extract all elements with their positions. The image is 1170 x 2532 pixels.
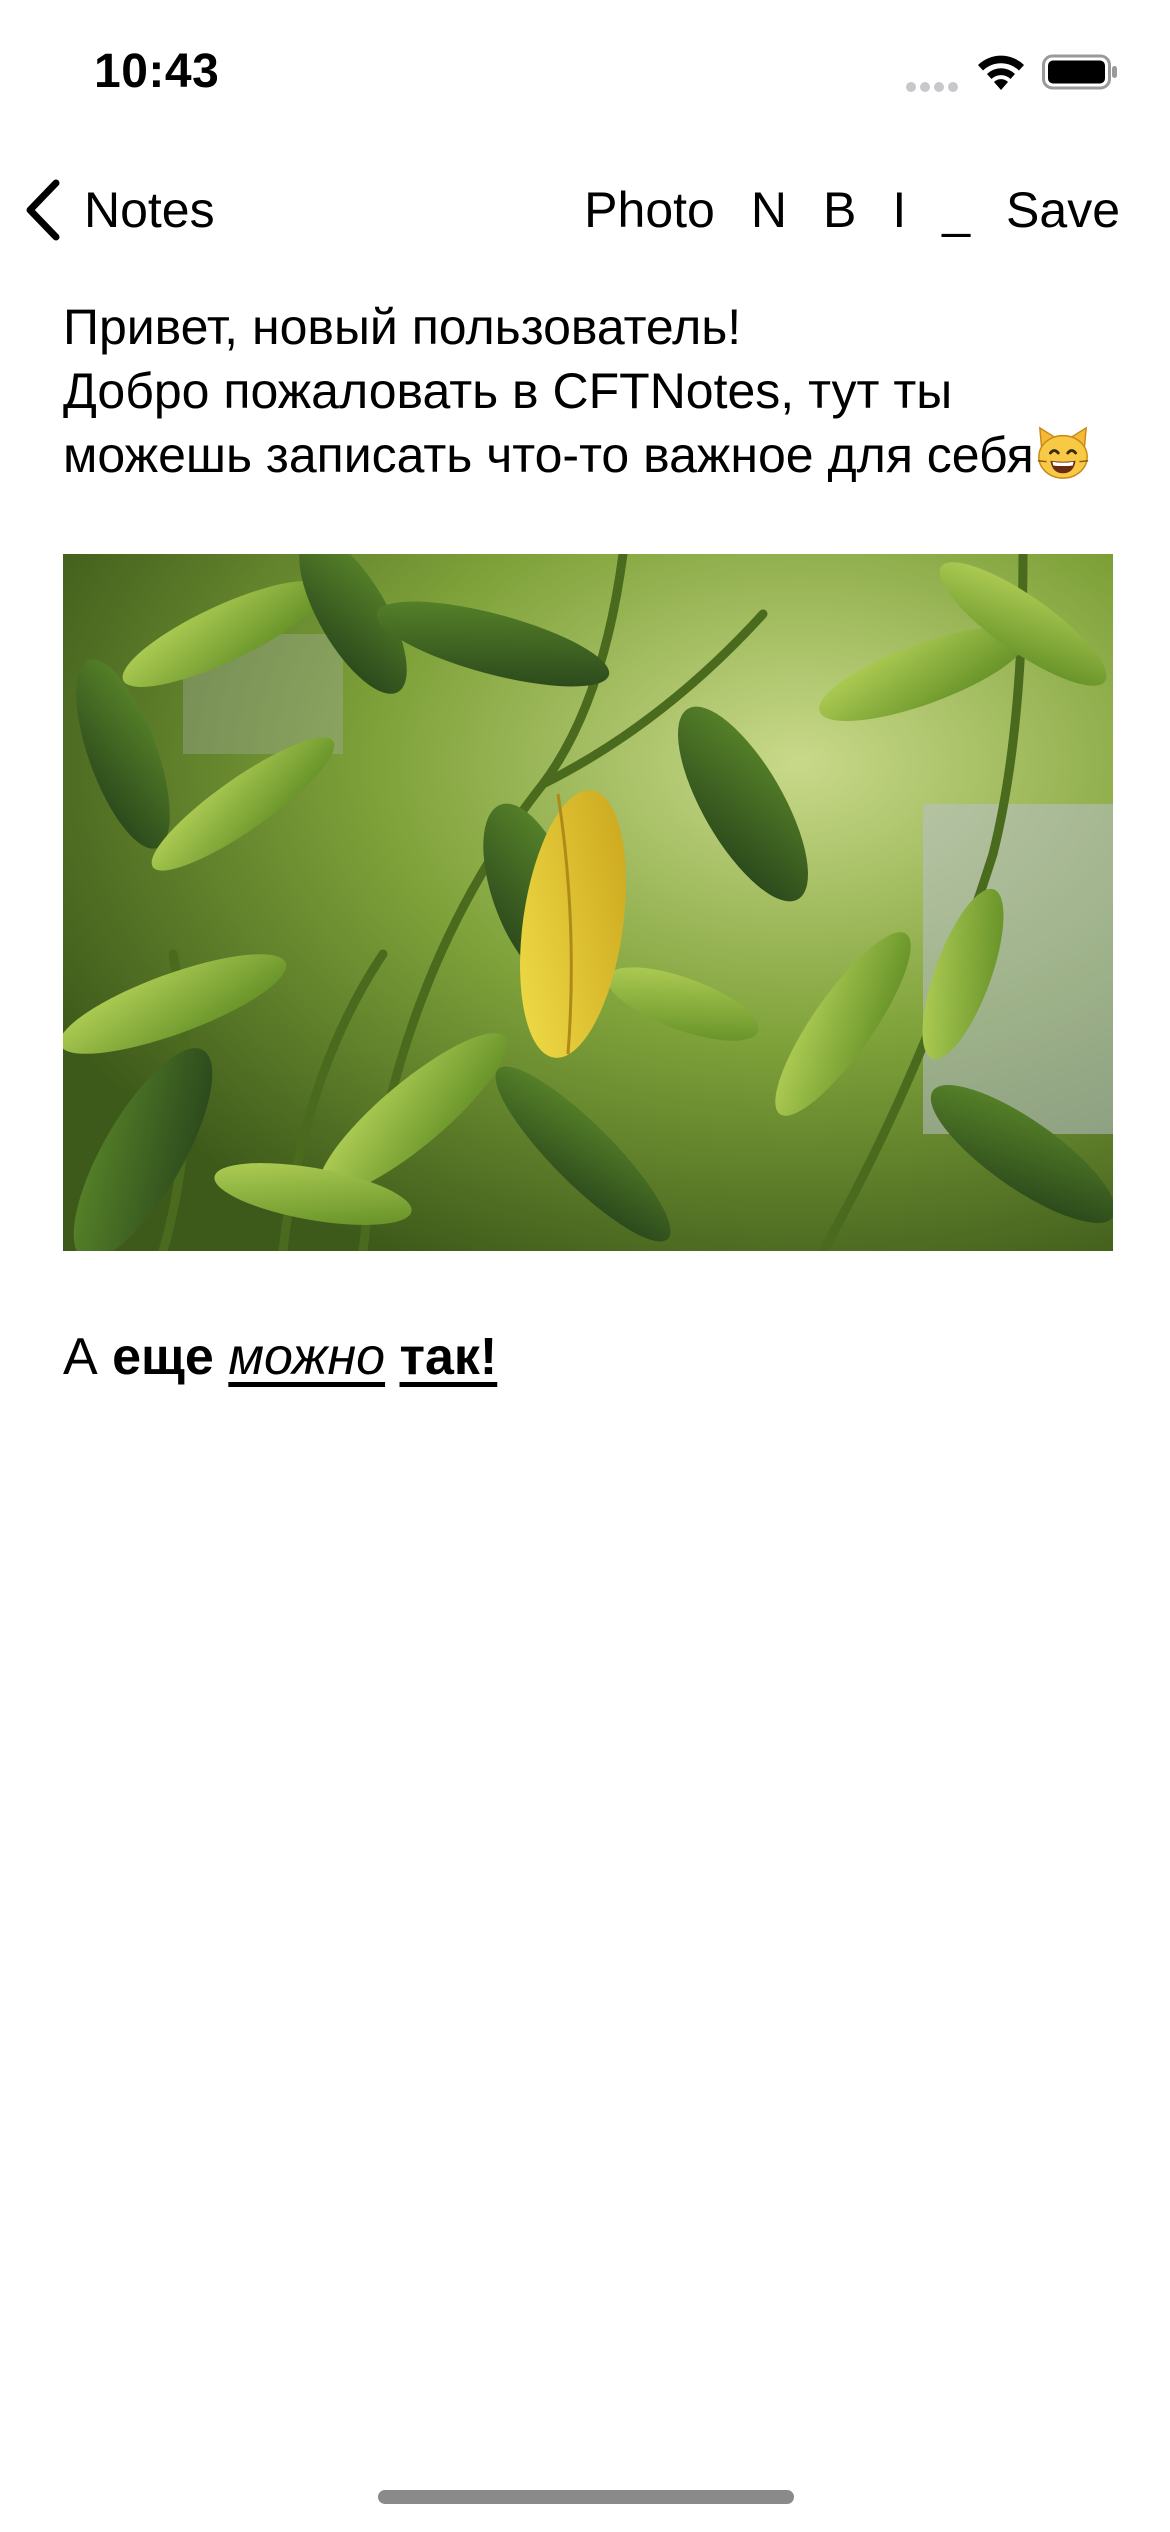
status-time: 10:43 [94, 45, 220, 98]
note-line-welcome: Добро пожаловать в CFTNotes, тут ты може… [63, 363, 1034, 483]
normal-style-button[interactable]: N [751, 178, 787, 242]
note-text-area[interactable]: Привет, новый пользователь! Добро пожалов… [63, 295, 1123, 487]
rich-text-italic-underline: можно [228, 1328, 386, 1386]
wifi-icon [978, 55, 1024, 90]
note-photo[interactable] [63, 554, 1113, 1251]
rich-text-space [385, 1328, 399, 1386]
formatting-toolbar: Photo N B I _ Save [584, 178, 1120, 242]
chevron-left-icon [26, 179, 60, 241]
smiling-cat-face-icon [1037, 426, 1088, 479]
battery-icon [1042, 54, 1117, 90]
back-button[interactable]: Notes [24, 170, 215, 250]
save-button[interactable]: Save [1006, 178, 1120, 242]
rich-text-plain: А [63, 1328, 113, 1386]
rich-text-space [214, 1328, 228, 1386]
home-indicator[interactable] [378, 2490, 794, 2504]
note-rich-text-line: А еще можно так! [63, 1325, 497, 1389]
rich-text-bold-underline: так! [399, 1328, 498, 1386]
back-button-label: Notes [84, 182, 215, 238]
italic-style-button[interactable]: I [892, 178, 906, 242]
note-line-greeting: Привет, новый пользователь! [63, 299, 742, 355]
underline-style-button[interactable]: _ [942, 178, 970, 242]
note-body-text: Привет, новый пользователь! Добро пожалов… [63, 295, 1123, 487]
rich-text-bold: еще [112, 1328, 214, 1386]
status-bar: 10:43 [0, 0, 1170, 150]
insert-photo-button[interactable]: Photo [584, 178, 715, 242]
bold-style-button[interactable]: B [823, 178, 856, 242]
cellular-signal-icon [906, 82, 958, 92]
navigation-bar: Notes Photo N B I _ Save [0, 150, 1170, 270]
